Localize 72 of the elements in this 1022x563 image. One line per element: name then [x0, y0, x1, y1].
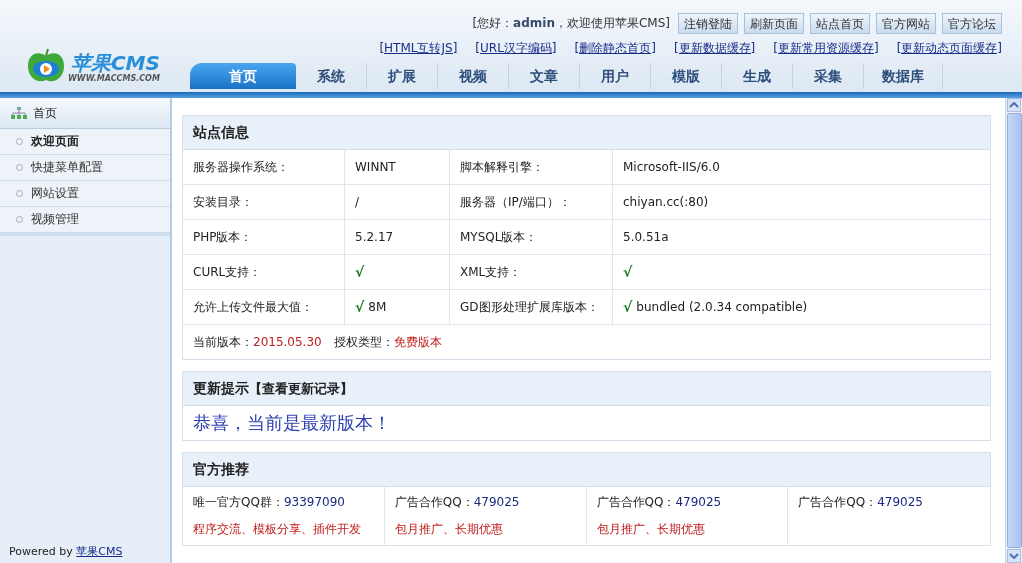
- panel-title: 更新提示: [193, 379, 249, 398]
- table-cell: Microsoft-IIS/6.0: [623, 160, 720, 174]
- table-cell: /: [355, 195, 360, 209]
- panel-title: 官方推荐: [183, 453, 990, 487]
- update-log-link[interactable]: 【查看更新记录】: [249, 372, 353, 405]
- header-button[interactable]: 官方论坛: [942, 13, 1002, 34]
- nav-tab[interactable]: 采集: [793, 63, 864, 89]
- field-label: PHP版本：: [193, 228, 253, 246]
- promo-text: 程序交流、模板分享、插件开发: [193, 521, 362, 538]
- contact-text: 广告合作QQ：479025: [596, 494, 723, 511]
- quick-link[interactable]: [更新数据缓存]: [673, 40, 756, 57]
- quick-link[interactable]: [删除静态首页]: [574, 40, 656, 57]
- check-mark: √: [355, 264, 365, 280]
- header-button[interactable]: 注销登陆: [678, 13, 738, 34]
- field-label: XML支持：: [460, 263, 522, 281]
- quick-link[interactable]: [URL汉字编码]: [475, 40, 557, 57]
- nav-tab[interactable]: 用户: [580, 63, 651, 89]
- check-mark: √: [623, 299, 633, 315]
- contact-text: 广告合作QQ：479025: [394, 494, 521, 511]
- table-cell: bundled (2.0.34 compatible): [636, 300, 808, 314]
- field-label: 当前版本：: [193, 333, 253, 351]
- sidebar-item[interactable]: 网站设置: [0, 181, 170, 207]
- table-cell: 5.0.51a: [623, 230, 669, 244]
- contact-text: 广告合作QQ：479025: [798, 494, 924, 511]
- contact-text: 唯一官方QQ群：93397090: [193, 494, 346, 511]
- nav-tab[interactable]: 模版: [651, 63, 722, 89]
- promo-text: 包月推广、长期优惠: [596, 521, 706, 538]
- nav-tab[interactable]: 数据库: [864, 63, 943, 89]
- quick-link[interactable]: [HTML互转JS]: [379, 40, 458, 57]
- greeting-text: [您好：admin，欢迎使用苹果CMS]: [472, 15, 670, 32]
- table-cell: WINNT: [355, 160, 396, 174]
- field-label: 脚本解释引擎：: [460, 158, 544, 176]
- scroll-down-icon[interactable]: [1007, 549, 1021, 563]
- quick-link[interactable]: [更新动态页面缓存]: [896, 40, 1002, 57]
- table-cell: 8M: [368, 300, 387, 314]
- nav-tab[interactable]: 扩展: [367, 63, 438, 89]
- field-label: 服务器操作系统：: [193, 158, 289, 176]
- field-label: 允许上传文件最大值：: [193, 298, 313, 316]
- panel-title: 站点信息: [183, 116, 990, 150]
- footer-link[interactable]: 苹果CMS: [76, 545, 123, 558]
- apple-logo-icon: [26, 48, 66, 84]
- quick-link[interactable]: [更新常用资源缓存]: [773, 40, 879, 57]
- field-label: GD图形处理扩展库版本：: [460, 298, 599, 316]
- nav-tab[interactable]: 文章: [509, 63, 580, 89]
- header-button[interactable]: 官方网站: [876, 13, 936, 34]
- field-label: MYSQL版本：: [460, 228, 538, 246]
- sidebar-title: 首页: [33, 104, 57, 122]
- check-mark: √: [355, 299, 365, 315]
- header-button[interactable]: 刷新页面: [744, 13, 804, 34]
- sidebar-item[interactable]: 快捷菜单配置: [0, 155, 170, 181]
- nav-tab[interactable]: 系统: [296, 63, 367, 89]
- update-message: 恭喜，当前是最新版本！: [193, 411, 391, 435]
- field-label: 安装目录：: [193, 193, 253, 211]
- sidebar-item[interactable]: 欢迎页面: [0, 129, 170, 155]
- logo-text: 苹果CMS: [70, 52, 160, 74]
- table-cell: chiyan.cc(:80): [623, 195, 709, 209]
- field-label: CURL支持：: [193, 263, 262, 281]
- sitemap-icon: [11, 107, 27, 119]
- nav-tab[interactable]: 生成: [722, 63, 793, 89]
- footer-text: Powered by: [9, 545, 74, 558]
- field-label: 服务器（IP/端口）：: [460, 193, 571, 211]
- version-value: 2015.05.30: [253, 335, 322, 349]
- field-label: 授权类型：: [333, 333, 394, 351]
- sidebar-item[interactable]: 视频管理: [0, 207, 170, 233]
- license-value: 免费版本: [393, 333, 442, 351]
- nav-tab[interactable]: 视频: [438, 63, 509, 89]
- check-mark: √: [623, 264, 633, 280]
- logo-url: WWW.MACCMS.COM: [68, 74, 160, 84]
- promo-text: 包月推广、长期优惠: [394, 521, 504, 538]
- table-cell: 5.2.17: [355, 230, 394, 244]
- scroll-up-icon[interactable]: [1007, 98, 1021, 112]
- header-button[interactable]: 站点首页: [810, 13, 870, 34]
